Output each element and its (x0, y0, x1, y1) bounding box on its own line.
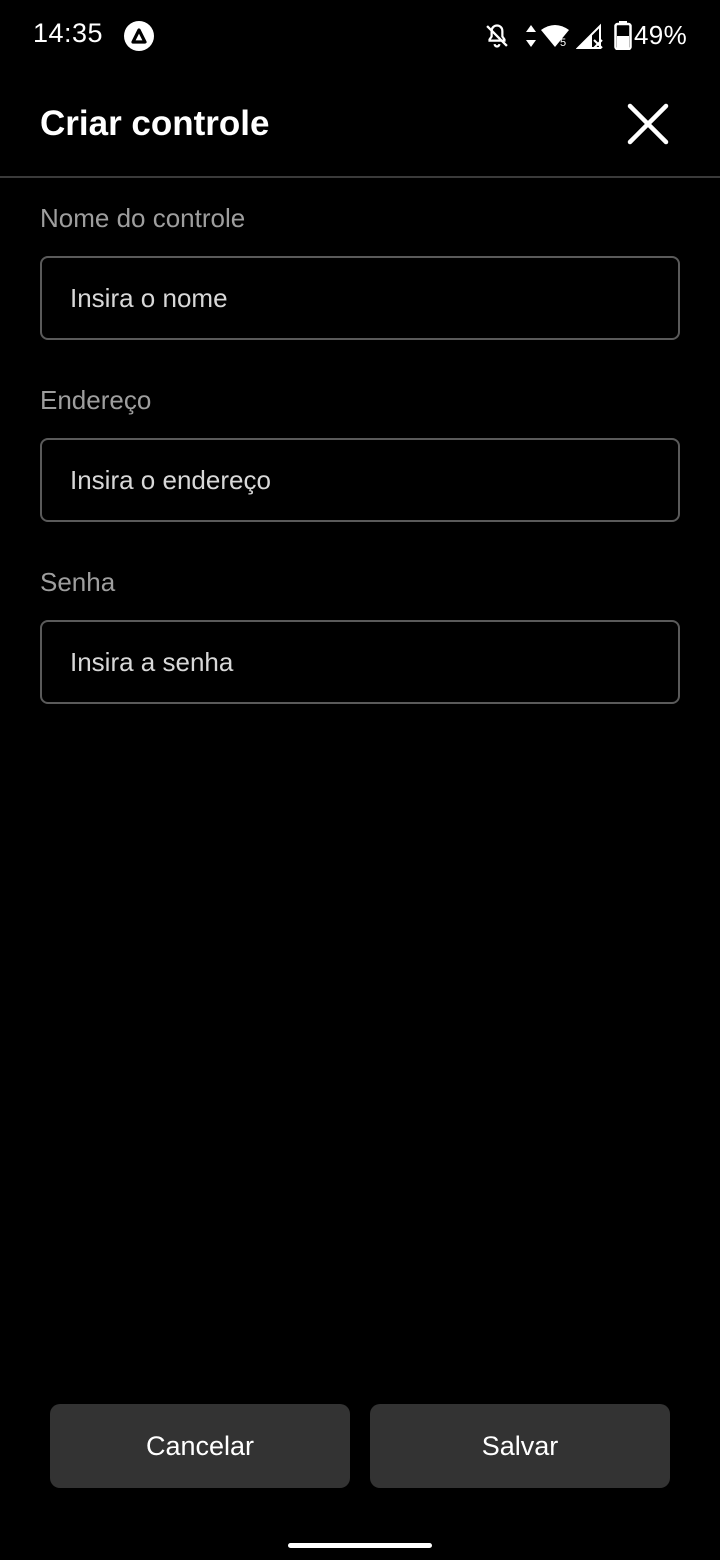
app-a-icon (124, 21, 154, 51)
close-button[interactable] (620, 96, 676, 152)
name-input[interactable] (42, 258, 678, 338)
home-indicator[interactable] (288, 1543, 432, 1548)
status-bar: 14:35 5 49% (0, 0, 720, 72)
name-field[interactable] (40, 256, 680, 340)
name-field-label: Nome do controle (40, 203, 246, 233)
address-field-label: Endereço (40, 385, 152, 415)
page-title: Criar controle (40, 104, 270, 143)
battery-icon (614, 21, 632, 50)
password-input[interactable] (42, 622, 678, 702)
app-bar: Criar controle (0, 72, 720, 178)
notifications-off-icon (486, 24, 508, 48)
password-field[interactable] (40, 620, 680, 704)
address-input[interactable] (42, 440, 678, 520)
signal-icon (576, 23, 603, 49)
save-button[interactable]: Salvar (370, 1404, 670, 1488)
status-time: 14:35 (33, 18, 104, 48)
battery-percent: 49% (634, 20, 687, 50)
wifi-icon: 5 (541, 25, 569, 48)
password-field-label: Senha (40, 567, 116, 597)
data-arrows-icon (526, 25, 536, 47)
network-type-label: 5 (560, 37, 566, 48)
cancel-button[interactable]: Cancelar (50, 1404, 350, 1488)
close-icon[interactable] (620, 96, 676, 152)
address-field[interactable] (40, 438, 680, 522)
